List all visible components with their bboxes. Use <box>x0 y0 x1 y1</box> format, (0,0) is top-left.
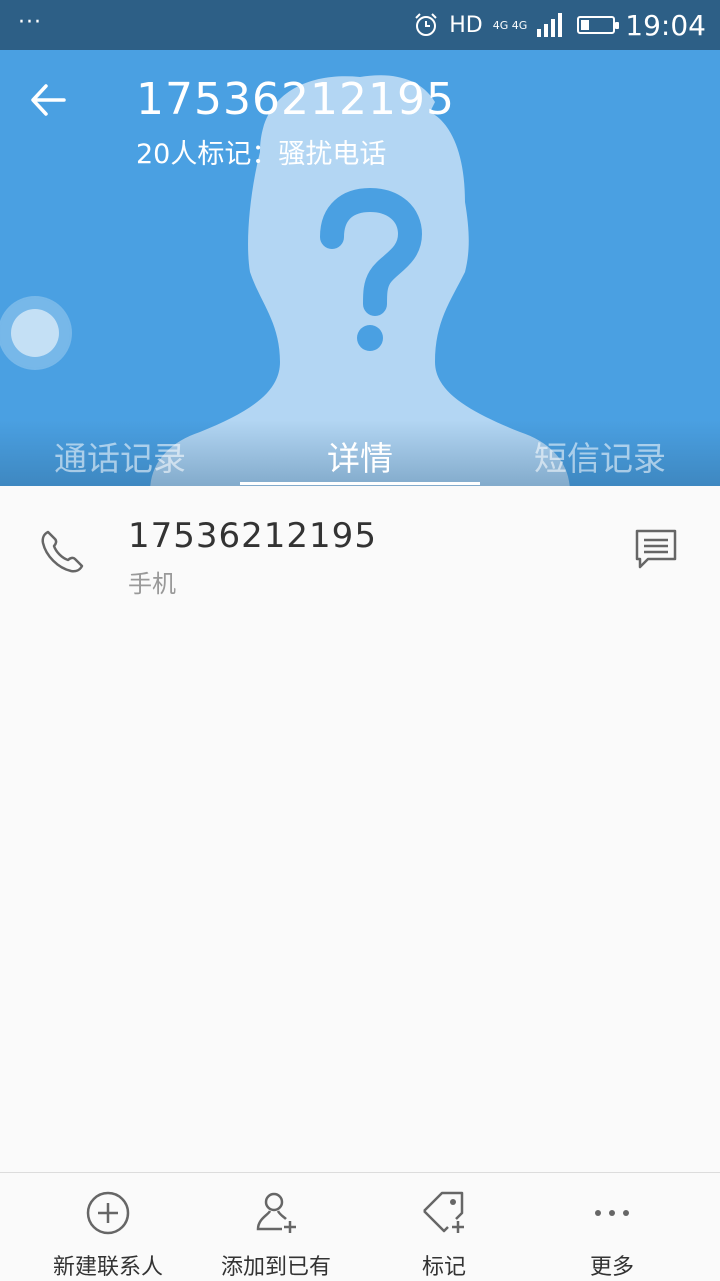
phone-number-title: 17536212195 <box>136 74 455 125</box>
new-contact-button[interactable]: 新建联系人 <box>18 1173 198 1281</box>
mark-button[interactable]: 标记 <box>354 1173 534 1281</box>
more-button[interactable]: 更多 <box>522 1173 702 1281</box>
more-icon <box>595 1210 629 1216</box>
tab-call-log[interactable]: 通话记录 <box>0 432 240 480</box>
spam-mark-subtitle: 20人标记：骚扰电话 <box>136 139 387 170</box>
battery-level <box>581 20 590 30</box>
detail-phone-number: 17536212195 <box>128 516 377 556</box>
add-circle-icon <box>86 1191 130 1235</box>
add-person-icon <box>256 1192 296 1233</box>
add-to-existing-label: 添加到已有 <box>220 1255 331 1280</box>
phone-number-row[interactable]: 17536212195 手机 <box>0 486 720 606</box>
tab-details[interactable]: 详情 <box>240 432 480 480</box>
signal-icon <box>537 13 563 37</box>
tab-bar: 通话记录 详情 短信记录 <box>0 420 720 486</box>
new-contact-label: 新建联系人 <box>52 1255 163 1280</box>
add-to-existing-button[interactable]: 添加到已有 <box>186 1173 366 1281</box>
bottom-action-bar: 新建联系人 添加到已有 标记 更多 <box>0 1172 720 1281</box>
tag-icon <box>423 1191 464 1233</box>
back-button[interactable] <box>28 80 78 120</box>
alarm-icon <box>415 13 437 36</box>
floating-ball-center <box>11 309 59 357</box>
network-type: 4G 4G <box>492 18 528 32</box>
arrow-left-icon <box>31 84 66 116</box>
floating-assistive-ball[interactable] <box>0 298 70 368</box>
more-label: 更多 <box>589 1255 634 1280</box>
notification-dots: ··· <box>18 10 42 35</box>
clock: 19:04 <box>625 8 706 42</box>
contact-header: 17536212195 20人标记：骚扰电话 通话记录 详情 短信记录 <box>0 50 720 486</box>
tab-sms-log[interactable]: 短信记录 <box>480 432 720 480</box>
status-icons: HD 4G 4G 19:04 <box>413 8 706 42</box>
hd-indicator: HD <box>449 12 483 38</box>
message-icon[interactable] <box>634 528 678 572</box>
mark-label: 标记 <box>421 1255 466 1280</box>
tab-indicator <box>240 482 480 485</box>
battery-icon <box>577 16 620 34</box>
detail-number-type: 手机 <box>128 570 176 598</box>
phone-icon[interactable] <box>38 526 88 576</box>
status-bar: ··· HD 4G 4G 19:04 <box>0 0 720 50</box>
